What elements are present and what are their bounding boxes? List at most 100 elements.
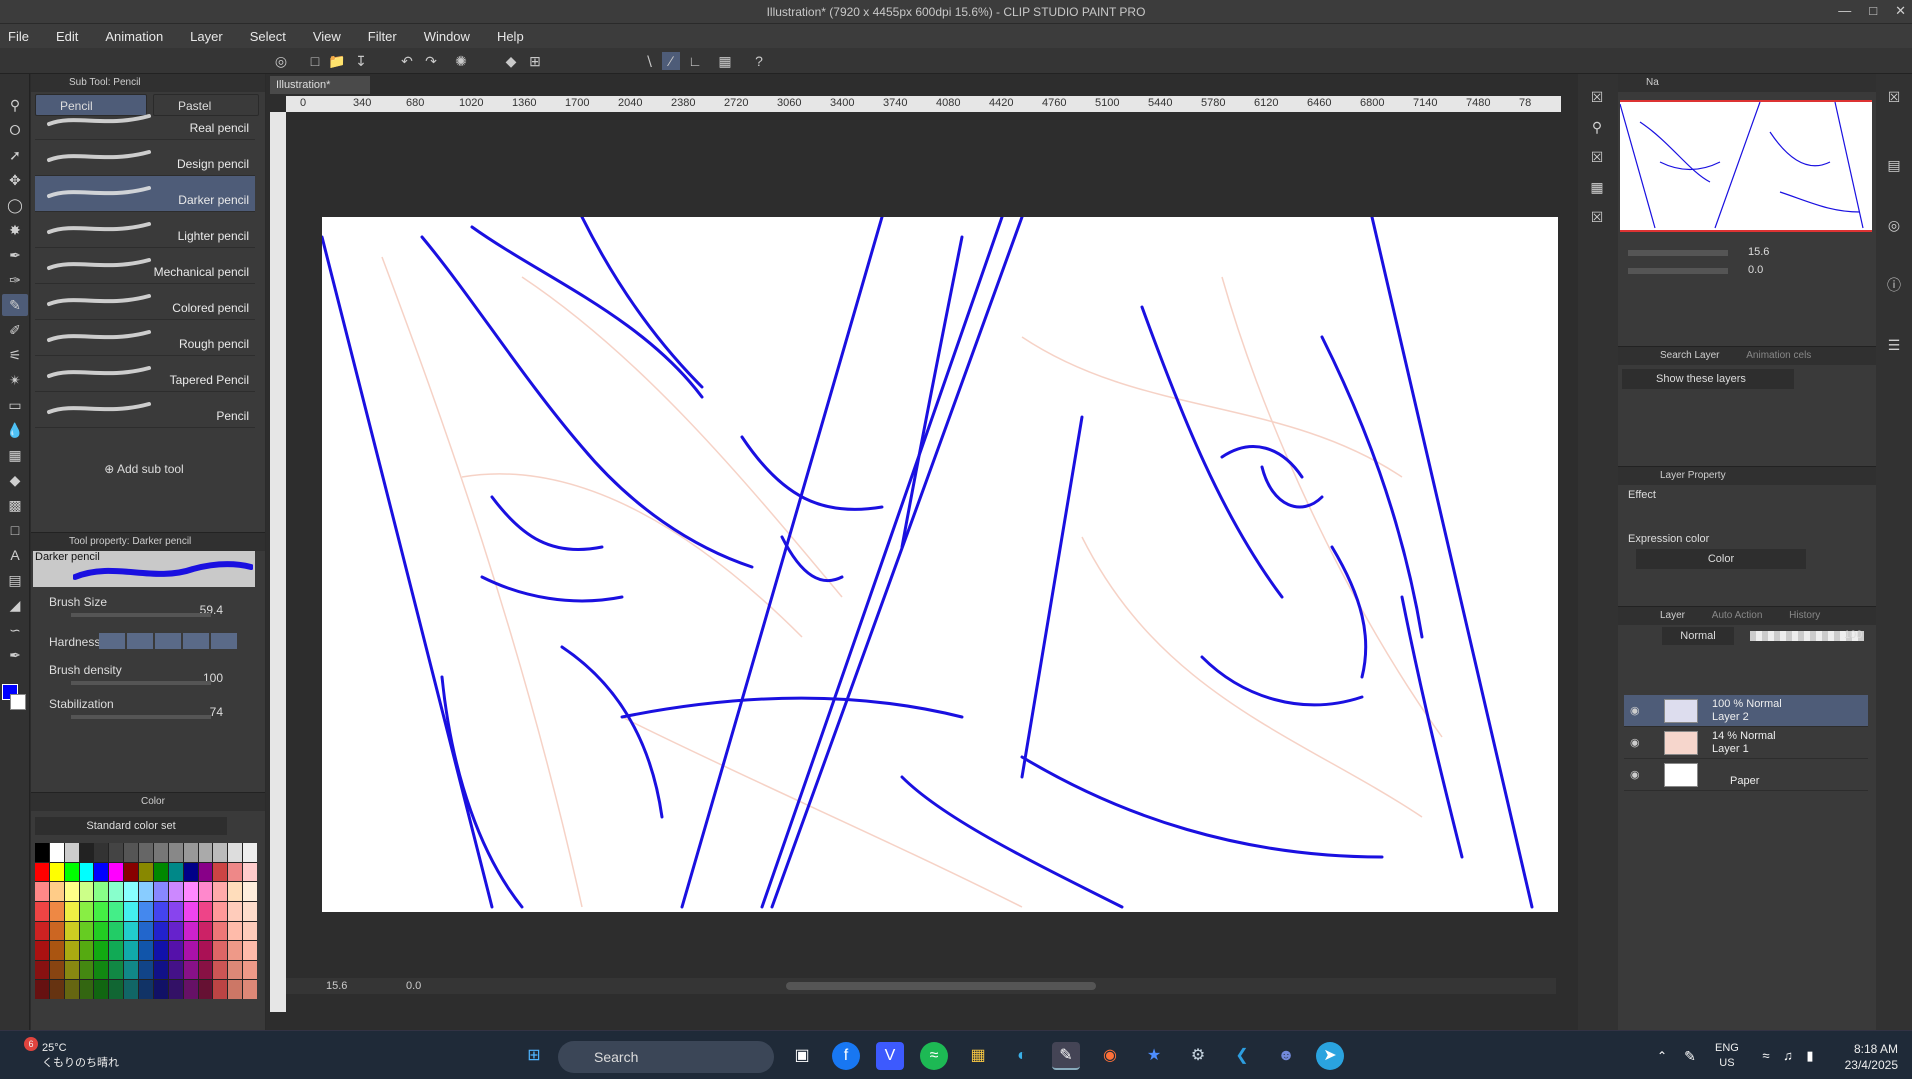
eraser-icon[interactable]: ▭	[2, 394, 28, 416]
color-swatch[interactable]	[35, 960, 49, 980]
menu-help[interactable]: Help	[497, 29, 524, 44]
pen-tray-icon[interactable]: ✎	[1676, 1042, 1704, 1070]
color-palette[interactable]	[35, 843, 257, 999]
layer-panel-icon[interactable]: ▤	[1881, 154, 1907, 176]
new-file-icon[interactable]: □	[306, 52, 324, 70]
color-swatch[interactable]	[124, 980, 139, 999]
color-swatch[interactable]	[243, 901, 257, 921]
text-icon[interactable]: A	[2, 544, 28, 566]
color-swatch[interactable]	[64, 901, 79, 921]
drawing-canvas[interactable]	[322, 217, 1558, 912]
color-swatch[interactable]	[153, 960, 168, 980]
color-swatch[interactable]	[213, 980, 228, 999]
color-swatch[interactable]	[35, 843, 49, 862]
color-swatch[interactable]	[139, 901, 153, 921]
color-swatch[interactable]	[109, 882, 124, 901]
color-swatch[interactable]	[243, 882, 257, 901]
save-icon[interactable]: ↧	[352, 52, 370, 70]
color-swatch[interactable]	[213, 882, 228, 901]
brush-item[interactable]: Pencil	[35, 392, 255, 428]
color-swatch[interactable]	[153, 882, 168, 901]
navigator-icon[interactable]: ⚲	[1584, 116, 1610, 138]
color-swatch[interactable]	[94, 960, 109, 980]
color-swatch[interactable]	[94, 882, 109, 901]
color-swatch[interactable]	[35, 941, 49, 960]
color-wheel-icon[interactable]: ◎	[1881, 214, 1907, 236]
color-swatch[interactable]	[94, 843, 109, 862]
blend-icon[interactable]: 💧	[2, 419, 28, 441]
maximize-button[interactable]: □	[1869, 3, 1877, 19]
brush-item[interactable]: Darker pencil	[35, 176, 255, 212]
color-swatch[interactable]	[64, 960, 79, 980]
telegram-icon[interactable]: ➤	[1316, 1042, 1344, 1070]
color-swatch[interactable]	[64, 882, 79, 901]
color-swatch[interactable]	[213, 901, 228, 921]
minimize-button[interactable]: —	[1838, 3, 1851, 19]
task-view-icon[interactable]: ▣	[788, 1042, 816, 1070]
color-swatch[interactable]	[168, 941, 183, 960]
brush-icon[interactable]: ✐	[2, 319, 28, 341]
companion-icon[interactable]: ▦	[716, 52, 734, 70]
add-sub-tool-button[interactable]: ⊕ Add sub tool	[31, 462, 257, 476]
eye-icon[interactable]: ◉	[1630, 736, 1640, 749]
color-swatch[interactable]	[213, 862, 228, 882]
close-panel-2-icon[interactable]: ☒	[1584, 146, 1610, 168]
color-swatch[interactable]	[153, 843, 168, 862]
steam-icon[interactable]: ⚙	[1184, 1042, 1212, 1070]
brush-item[interactable]: Real pencil	[35, 104, 255, 140]
color-swatch[interactable]	[79, 901, 94, 921]
color-swatch[interactable]	[124, 941, 139, 960]
auto-select-icon[interactable]: ✸	[2, 219, 28, 241]
layer-row-paper[interactable]: ◉ Paper	[1624, 759, 1868, 791]
color-swatch[interactable]	[139, 843, 153, 862]
brush-item[interactable]: Mechanical pencil	[35, 248, 255, 284]
color-swatch[interactable]	[198, 882, 213, 901]
zoom-icon[interactable]: ⚲	[2, 94, 28, 116]
navigator-zoom-slider[interactable]	[1628, 250, 1728, 256]
color-swatch[interactable]	[168, 901, 183, 921]
search-layer-tab[interactable]: Search Layer Animation cels	[1618, 347, 1876, 365]
menu-filter[interactable]: Filter	[368, 29, 397, 44]
move-icon[interactable]: ✥	[2, 169, 28, 191]
color-swatch[interactable]	[243, 843, 257, 862]
document-tab[interactable]: Illustration*	[270, 76, 370, 94]
close-dock-icon[interactable]: ☒	[1881, 86, 1907, 108]
color-swatch[interactable]	[168, 882, 183, 901]
color-swatch[interactable]	[183, 901, 198, 921]
color-swatch[interactable]	[124, 843, 139, 862]
frame-border-icon[interactable]: ▤	[2, 569, 28, 591]
color-swatch[interactable]	[153, 862, 168, 882]
animation-cels-tab[interactable]: Animation cels	[1746, 350, 1811, 361]
fill-tool-icon[interactable]: ◆	[2, 469, 28, 491]
color-swatch[interactable]	[243, 980, 257, 999]
info-icon[interactable]: ⓘ	[1881, 274, 1907, 296]
tab-auto-action[interactable]: Auto Action	[1712, 610, 1763, 621]
color-set-tab[interactable]: Color	[31, 793, 265, 811]
blend-mode-select[interactable]: Normal	[1662, 627, 1734, 645]
color-swatch[interactable]	[198, 941, 213, 960]
windows-start-icon[interactable]: ⊞	[520, 1042, 548, 1070]
color-swatch[interactable]	[153, 941, 168, 960]
color-swatch[interactable]	[64, 921, 79, 941]
color-swatch[interactable]	[168, 960, 183, 980]
spotify-icon[interactable]: ≈	[920, 1042, 948, 1070]
color-swatch[interactable]	[49, 921, 64, 941]
color-swatch[interactable]	[228, 882, 243, 901]
color-swatch[interactable]	[228, 941, 243, 960]
correct-line-icon[interactable]: ∽	[2, 619, 28, 641]
tab-layer[interactable]: Layer	[1660, 610, 1685, 621]
edge-icon[interactable]: ◐	[1008, 1042, 1036, 1070]
facebook-icon[interactable]: f	[832, 1042, 860, 1070]
figure-icon[interactable]: □	[2, 519, 28, 541]
discord-icon[interactable]: ☻	[1272, 1042, 1300, 1070]
color-swatch[interactable]	[49, 862, 64, 882]
stabilization-row[interactable]: Stabilization 74	[31, 695, 265, 729]
color-swatch[interactable]	[109, 980, 124, 999]
color-swatch[interactable]	[35, 901, 49, 921]
airbrush-icon[interactable]: ⚟	[2, 344, 28, 366]
color-swatch[interactable]	[228, 980, 243, 999]
color-swatch[interactable]	[243, 921, 257, 941]
color-swatch[interactable]	[94, 941, 109, 960]
mesh-icon[interactable]: ▦	[2, 444, 28, 466]
brush-item[interactable]: Tapered Pencil	[35, 356, 255, 392]
